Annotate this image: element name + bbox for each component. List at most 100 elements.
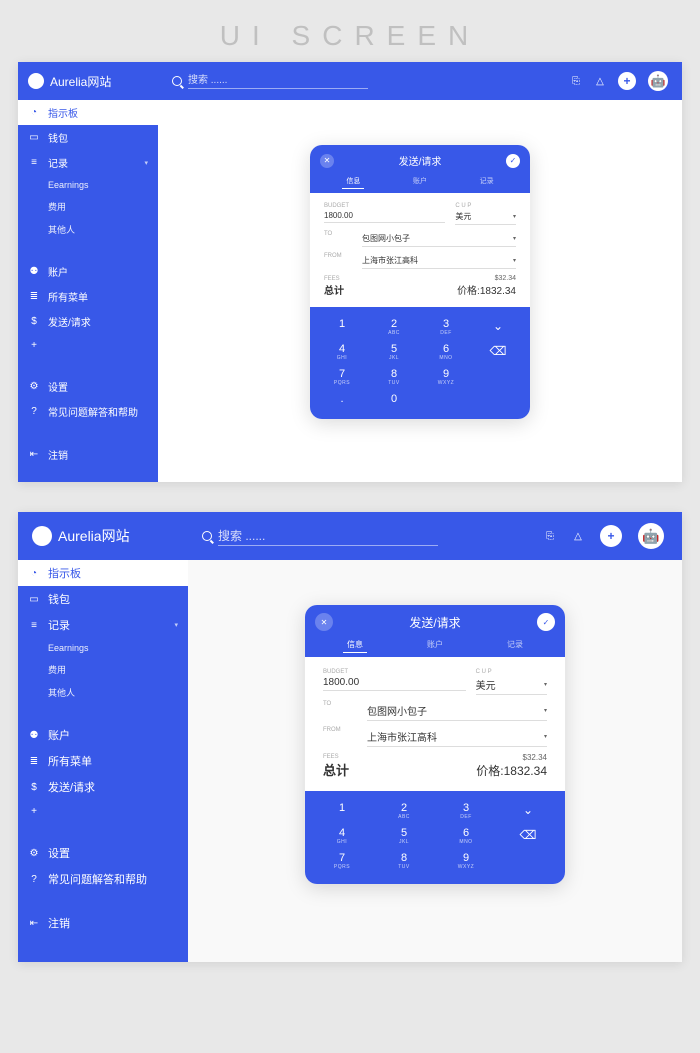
key-2[interactable]: 2ABC (384, 803, 424, 820)
sidebar-item-records[interactable]: ≡记录▾ (18, 150, 158, 175)
sidebar-item-add[interactable]: + (18, 334, 158, 356)
sidebar-item-allmenus[interactable]: ≣所有菜单 (18, 748, 188, 774)
close-button[interactable]: ✕ (315, 613, 333, 631)
sidebar-item-sendrequest[interactable]: $发送/请求 (18, 774, 188, 800)
sidebar-item-others[interactable]: 其他人 (18, 681, 188, 704)
currency-select[interactable]: 美元▾ (476, 675, 547, 695)
key-empty (508, 853, 548, 870)
header-actions: ⎘ △ + 🤖 (570, 71, 682, 91)
sidebar-item-faq[interactable]: ?常见问题解答和帮助 (18, 399, 158, 424)
brand-name: Aurelia网站 (58, 526, 130, 546)
search-icon (202, 531, 212, 541)
to-label: To (324, 231, 352, 237)
key-backspace[interactable]: ⌫ (478, 344, 518, 361)
from-field[interactable]: 上海市张江高科▾ (367, 727, 547, 747)
tab-account[interactable]: 账户 (423, 637, 447, 653)
key-8[interactable]: 8TUV (384, 853, 424, 870)
wallet-icon: ▭ (28, 593, 40, 605)
sidebar-item-accounts[interactable]: ⚉账户 (18, 722, 188, 748)
sidebar-item-add[interactable]: + (18, 800, 188, 822)
key-dot[interactable]: . (322, 394, 362, 405)
sidebar-item-expenses[interactable]: 费用 (18, 658, 188, 681)
key-7[interactable]: 7PQRS (322, 369, 362, 386)
sidebar-item-sendrequest[interactable]: $发送/请求 (18, 309, 158, 334)
archive-icon[interactable]: ⎘ (570, 75, 582, 87)
key-6[interactable]: 6MNO (446, 828, 486, 845)
key-5[interactable]: 5JKL (384, 828, 424, 845)
sidebar-item-expenses[interactable]: 费用 (18, 195, 158, 218)
confirm-button[interactable]: ✓ (537, 613, 555, 631)
from-field[interactable]: 上海市张江高科▾ (362, 253, 516, 269)
plus-icon: + (28, 805, 40, 817)
add-button[interactable]: + (600, 525, 622, 547)
key-1[interactable]: 1 (322, 803, 362, 820)
sidebar-item-allmenus[interactable]: ≣所有菜单 (18, 284, 158, 309)
to-field[interactable]: 包图网小包子▾ (362, 231, 516, 247)
avatar[interactable]: 🤖 (638, 523, 664, 549)
price-value: 价格:1832.34 (476, 762, 547, 779)
logout-icon: ⇤ (28, 917, 40, 929)
chevron-down-icon: ▾ (544, 707, 547, 714)
sidebar-item-dashboard[interactable]: ◔指示板 (18, 100, 158, 125)
tab-info[interactable]: 信息 (343, 637, 367, 653)
key-6[interactable]: 6MNO (426, 344, 466, 361)
users-icon: ⚉ (28, 266, 40, 278)
logo-area: Aurelia网站 (18, 73, 158, 90)
budget-field[interactable]: 1800.00 (323, 675, 466, 691)
key-5[interactable]: 5JKL (374, 344, 414, 361)
users-icon: ⚉ (28, 729, 40, 741)
key-3[interactable]: 3DEF (446, 803, 486, 820)
key-9[interactable]: 9WXYZ (446, 853, 486, 870)
search-icon (172, 76, 182, 86)
key-8[interactable]: 8TUV (374, 369, 414, 386)
total-label: 总计 (323, 760, 349, 779)
key-4[interactable]: 4GHI (322, 344, 362, 361)
sidebar-item-logout[interactable]: ⇤注销 (18, 442, 158, 467)
sidebar-item-wallet[interactable]: ▭钱包 (18, 586, 188, 612)
wallet-icon: ▭ (28, 132, 40, 144)
sidebar-item-records[interactable]: ≡记录▾ (18, 612, 188, 638)
bell-icon[interactable]: △ (572, 530, 584, 542)
bell-icon[interactable]: △ (594, 75, 606, 87)
sidebar-item-settings[interactable]: ⚙设置 (18, 840, 188, 866)
tab-account[interactable]: 账户 (409, 174, 431, 189)
key-0[interactable]: 0 (374, 394, 414, 405)
avatar[interactable]: 🤖 (648, 71, 668, 91)
chevron-down-icon: ▾ (513, 213, 516, 220)
sidebar-item-wallet[interactable]: ▭钱包 (18, 125, 158, 150)
fees-value: $32.34 (476, 753, 547, 762)
search-input[interactable] (188, 73, 368, 89)
to-field[interactable]: 包图网小包子▾ (367, 701, 547, 721)
key-collapse[interactable]: ⌄ (508, 803, 548, 820)
sidebar-item-logout[interactable]: ⇤注销 (18, 910, 188, 936)
close-button[interactable]: ✕ (320, 154, 334, 168)
archive-icon[interactable]: ⎘ (544, 530, 556, 542)
key-7[interactable]: 7PQRS (322, 853, 362, 870)
key-2[interactable]: 2ABC (374, 319, 414, 336)
sidebar-item-settings[interactable]: ⚙设置 (18, 374, 158, 399)
tab-info[interactable]: 信息 (342, 174, 364, 189)
budget-field[interactable]: 1800.00 (324, 209, 445, 223)
sidebar-item-dashboard[interactable]: ◔指示板 (18, 560, 188, 586)
add-button[interactable]: + (618, 72, 636, 90)
list-icon: ≣ (28, 291, 40, 303)
confirm-button[interactable]: ✓ (506, 154, 520, 168)
search-input[interactable] (218, 527, 438, 546)
bars-icon: ≡ (28, 619, 40, 631)
key-collapse[interactable]: ⌄ (478, 319, 518, 336)
main-content: ✕ 发送/请求 ✓ 信息 账户 记录 BUDGET 1800.00 (158, 100, 682, 482)
key-1[interactable]: 1 (322, 319, 362, 336)
key-9[interactable]: 9WXYZ (426, 369, 466, 386)
key-backspace[interactable]: ⌫ (508, 828, 548, 845)
sidebar-item-accounts[interactable]: ⚉账户 (18, 259, 158, 284)
key-4[interactable]: 4GHI (322, 828, 362, 845)
sidebar-item-others[interactable]: 其他人 (18, 218, 158, 241)
sidebar-item-earnings[interactable]: Eearnings (18, 175, 158, 195)
sidebar-item-earnings[interactable]: Eearnings (18, 638, 188, 658)
sidebar-item-faq[interactable]: ?常见问题解答和帮助 (18, 866, 188, 892)
key-3[interactable]: 3DEF (426, 319, 466, 336)
tab-record[interactable]: 记录 (476, 174, 498, 189)
tab-record[interactable]: 记录 (503, 637, 527, 653)
currency-select[interactable]: 美元▾ (455, 209, 516, 225)
chevron-down-icon: ▾ (513, 235, 516, 242)
